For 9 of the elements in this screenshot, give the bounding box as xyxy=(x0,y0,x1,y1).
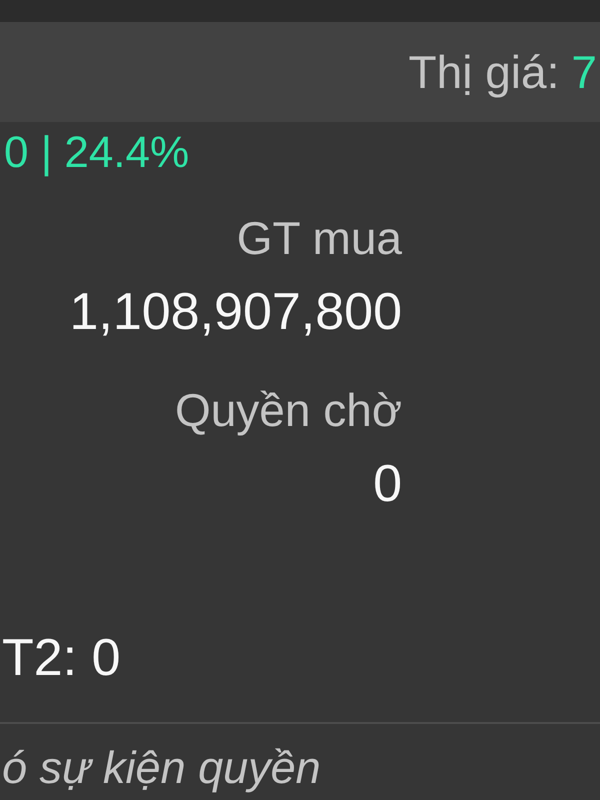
stat-value: 0 xyxy=(373,454,402,514)
price-label: Thị giá: xyxy=(408,45,560,99)
stat-label: GT mua xyxy=(236,213,402,263)
price-value: 7 xyxy=(571,45,597,99)
stat-value: 1,108,907,800 xyxy=(69,282,402,342)
stat-label: Quyền chờ xyxy=(174,385,402,435)
t2-balance-text: T2: 0 xyxy=(2,628,120,688)
events-note: ó sự kiện quyền xyxy=(2,743,321,793)
ratio-text: 0 | 24.4% xyxy=(4,130,190,176)
